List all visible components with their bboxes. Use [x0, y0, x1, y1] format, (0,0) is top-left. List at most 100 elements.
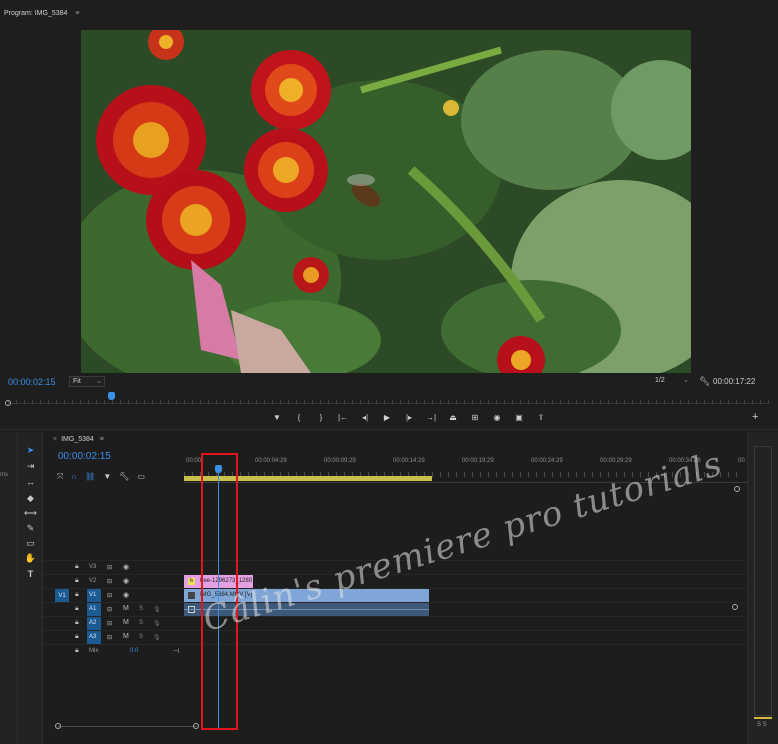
vertical-scroll-handle[interactable] — [732, 604, 738, 610]
go-to-in-icon[interactable]: |← — [337, 413, 349, 422]
mix-volume[interactable]: 0.0 — [130, 648, 138, 654]
play-icon[interactable]: ▶ — [381, 413, 393, 422]
add-button-icon[interactable]: + — [752, 411, 758, 423]
lift-icon[interactable]: ⏏ — [447, 413, 459, 422]
ruler-tick — [288, 400, 289, 404]
sync-lock-icon[interactable]: ⊟ — [107, 592, 112, 599]
add-marker-icon[interactable]: ▼ — [103, 472, 111, 482]
vertical-scroll-handle[interactable] — [734, 486, 740, 492]
marker-icon[interactable]: ▼ — [271, 413, 283, 422]
playback-resolution-select[interactable]: 1/2 ⌄ — [655, 376, 691, 387]
ruler-tick — [224, 400, 225, 404]
go-to-end-icon[interactable]: ⊣ — [173, 647, 179, 655]
tools-panel: ➤ ⇥ ↔ ◆ ⟷ ✎ ▭ ✋ T — [18, 432, 43, 744]
hand-tool-icon[interactable]: ✋ — [24, 552, 37, 565]
mic-icon[interactable]: 🎙︎ — [153, 606, 161, 613]
ruler-tick — [752, 400, 753, 404]
lock-icon[interactable]: 🔒︎ — [75, 605, 79, 613]
step-back-icon[interactable]: ◂| — [359, 413, 371, 422]
mark-in-icon[interactable]: { — [293, 413, 305, 422]
mic-icon[interactable]: 🎙︎ — [153, 634, 161, 641]
scroll-handle-left[interactable] — [55, 723, 61, 729]
lock-icon[interactable]: 🔒︎ — [75, 619, 79, 627]
ruler-tick — [456, 400, 457, 404]
insert-icon[interactable]: ⇪ — [535, 413, 547, 422]
track-name[interactable]: A3 — [89, 634, 96, 640]
sync-lock-icon[interactable]: ⊟ — [107, 620, 112, 627]
selection-tool-icon[interactable]: ➤ — [24, 444, 37, 457]
track-name[interactable]: V1 — [89, 592, 96, 598]
lock-icon[interactable]: 🔒︎ — [75, 577, 79, 585]
hamburger-icon[interactable]: ≡ — [100, 436, 104, 443]
zoom-level-select[interactable]: Fit ⌄ — [69, 376, 105, 387]
monitor-title-bar[interactable]: Program: IMG_5384 ≡ — [4, 10, 79, 17]
ruler-tick — [296, 400, 297, 404]
ruler-tick — [488, 400, 489, 404]
mic-icon[interactable]: 🎙︎ — [153, 620, 161, 627]
mute-button[interactable]: M — [123, 619, 129, 626]
solo-buttons[interactable]: S S — [757, 722, 767, 728]
track-select-tool-icon[interactable]: ⇥ — [24, 460, 37, 473]
eye-icon[interactable]: ◉ — [123, 577, 129, 585]
ruler-tick — [248, 400, 249, 404]
source-patch-v1[interactable]: V1 — [55, 589, 69, 603]
scroll-handle-right[interactable] — [193, 723, 199, 729]
snap-icon[interactable]: ∩ — [71, 472, 77, 482]
sync-lock-icon[interactable]: ⊟ — [107, 564, 112, 571]
compare-icon[interactable]: ▣ — [513, 413, 525, 422]
nest-icon[interactable]: ⤧ — [57, 472, 63, 482]
ruler-start-handle[interactable] — [5, 400, 11, 406]
solo-button[interactable]: S — [139, 606, 143, 612]
pen-tool-icon[interactable]: ✎ — [24, 522, 37, 535]
slip-tool-icon[interactable]: ⟷ — [24, 507, 37, 520]
sync-lock-icon[interactable]: ⊟ — [107, 606, 112, 613]
rectangle-tool-icon[interactable]: ▭ — [24, 537, 37, 550]
wrench-icon[interactable]: 🔧︎ — [699, 376, 710, 387]
step-forward-icon[interactable]: |▸ — [403, 413, 415, 422]
ruler-tick — [448, 400, 449, 404]
wrench-icon[interactable]: 🔧︎ — [119, 472, 129, 482]
program-monitor: Program: IMG_5384 ≡ 00:00:02:15 Fit ⌄ 1/… — [0, 0, 778, 430]
razor-tool-icon[interactable]: ◆ — [24, 492, 37, 505]
sequence-tab[interactable]: × IMG_5384 ≡ — [53, 436, 104, 443]
lock-icon[interactable]: 🔒︎ — [75, 591, 79, 599]
ripple-edit-tool-icon[interactable]: ↔ — [24, 476, 37, 489]
sequence-timecode[interactable]: 00:00:02:15 — [58, 451, 111, 462]
track-name[interactable]: V3 — [89, 564, 96, 570]
type-tool-icon[interactable]: T — [24, 568, 37, 581]
sync-lock-icon[interactable]: ⊟ — [107, 578, 112, 585]
solo-button[interactable]: S — [139, 634, 143, 640]
hamburger-icon[interactable]: ≡ — [75, 10, 79, 17]
ruler-tick — [16, 400, 17, 404]
close-icon[interactable]: × — [53, 436, 57, 443]
sync-lock-icon[interactable]: ⊟ — [107, 634, 112, 641]
ruler-tick — [488, 472, 489, 477]
track-name[interactable]: A2 — [89, 620, 96, 626]
linked-selection-icon[interactable]: ⛓ — [85, 472, 95, 482]
mute-button[interactable]: M — [123, 633, 129, 640]
go-to-out-icon[interactable]: →| — [425, 413, 437, 422]
captions-icon[interactable]: ▭ — [137, 472, 145, 482]
horizontal-scrollbar[interactable] — [57, 726, 197, 727]
lock-icon[interactable]: 🔒︎ — [75, 563, 79, 571]
meter-peak — [754, 717, 772, 719]
ruler-tick — [360, 400, 361, 404]
monitor-time-ruler[interactable] — [8, 394, 770, 404]
ruler-tick — [680, 400, 681, 404]
lock-icon[interactable]: 🔒︎ — [75, 633, 79, 641]
ruler-tick — [72, 400, 73, 404]
track-name[interactable]: V2 — [89, 578, 96, 584]
mute-button[interactable]: M — [123, 605, 129, 612]
monitor-playhead[interactable] — [108, 392, 115, 400]
solo-button[interactable]: S — [139, 620, 143, 626]
playhead-timecode[interactable]: 00:00:02:15 — [8, 377, 56, 387]
extract-icon[interactable]: ⊞ — [469, 413, 481, 422]
ruler-tick — [632, 400, 633, 404]
lock-icon[interactable]: 🔒︎ — [75, 647, 79, 655]
export-frame-icon[interactable]: ◉ — [491, 413, 503, 422]
ruler-label: 00:00:14:29 — [393, 458, 425, 464]
track-name[interactable]: A1 — [89, 606, 96, 612]
mark-out-icon[interactable]: } — [315, 413, 327, 422]
eye-icon[interactable]: ◉ — [123, 563, 129, 571]
eye-icon[interactable]: ◉ — [123, 591, 129, 599]
